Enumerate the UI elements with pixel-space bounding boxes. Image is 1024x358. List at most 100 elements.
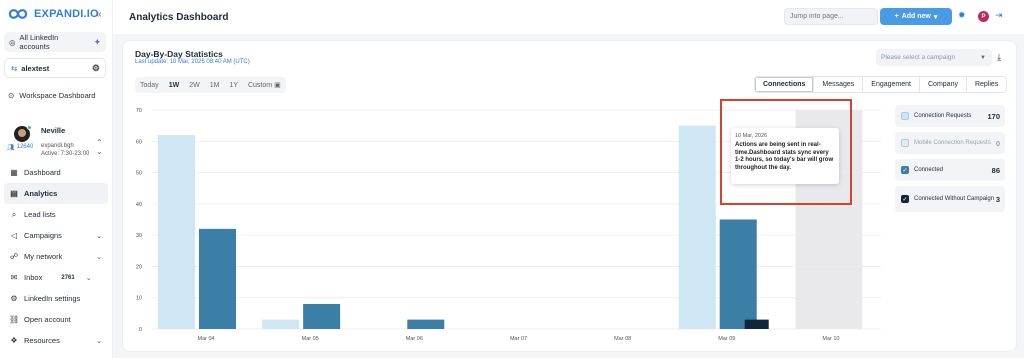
- gear-icon[interactable]: ⚙: [92, 63, 100, 74]
- legend-item-connected-without-campaign[interactable]: ✓ Connected Without Campaign 3: [895, 186, 1005, 212]
- sidebar-item-campaigns[interactable]: ◁ Campaigns ⌄: [4, 225, 108, 246]
- chevron-down-icon: ⌄: [85, 274, 92, 282]
- sidebar-item-linkedin-settings[interactable]: ⚙ LinkedIn settings: [4, 288, 108, 309]
- tooltip: 10 Mar, 2026 Actions are being sent in r…: [731, 128, 839, 184]
- y-tick-label: 60: [136, 139, 142, 145]
- workspace-icon: ⊙: [8, 91, 15, 100]
- sidebar-item-label: Dashboard: [24, 168, 61, 177]
- avatar-letter: P: [981, 13, 986, 20]
- plus-icon: +: [894, 13, 899, 20]
- legend-label: Connected: [914, 166, 944, 173]
- chevron-down-icon: ▾: [933, 13, 938, 21]
- profile-active-hours: Active: 7:30-23:00: [41, 151, 90, 157]
- expandi-logo-icon: [8, 9, 28, 19]
- checkbox-icon[interactable]: [901, 139, 909, 147]
- x-tick-label: Mar 08: [614, 336, 631, 342]
- current-user-selector[interactable]: ⇆ alextest ⚙: [4, 58, 106, 78]
- workspace-label: Workspace Dashboard: [19, 91, 96, 100]
- y-tick-label: 0: [139, 327, 142, 333]
- bar-connected-mar-06: [407, 319, 445, 329]
- online-status-dot: [27, 125, 32, 130]
- sidebar-item-my-network[interactable]: ☍ My network ⌄: [4, 246, 108, 267]
- expand-collapse-icon[interactable]: ⌃ ⌄: [96, 138, 103, 156]
- sidebar-item-label: Campaigns: [24, 231, 62, 240]
- add-new-label: Add new: [901, 13, 931, 20]
- add-new-button[interactable]: + Add new ▾: [880, 8, 952, 25]
- x-tick-label: Mar 09: [718, 336, 735, 342]
- x-tick-label: Mar 04: [198, 336, 215, 342]
- chart-icon: ▤: [10, 189, 18, 198]
- checkbox-icon[interactable]: ✓: [901, 195, 909, 203]
- legend-label: Connected Without Campaign: [914, 195, 995, 202]
- legend-item-connected[interactable]: ✓ Connected 86: [895, 159, 1005, 181]
- chevron-down-icon: ⌄: [96, 337, 102, 345]
- link-icon: ⇆: [11, 63, 18, 73]
- sidebar-item-dashboard[interactable]: ▦ Dashboard: [4, 162, 108, 183]
- sidebar-item-label: Open account: [24, 315, 71, 324]
- sidebar-item-label: My network: [24, 252, 63, 261]
- linkedin-profile-card[interactable]: Neville 👥︎ 12640 expandi.bgh Active: 7:3…: [6, 124, 108, 162]
- gear-icon: ⚙: [10, 294, 18, 303]
- sidebar-item-label: Lead lists: [24, 210, 56, 219]
- bar-connected-mar-09: [719, 219, 757, 329]
- sidebar-item-analytics[interactable]: ▤ Analytics: [4, 183, 108, 204]
- tooltip-message: Actions are being sent in real-time.Dash…: [735, 142, 834, 171]
- legend-item-connection-requests[interactable]: Connection Requests 170: [895, 105, 1005, 127]
- x-tick-label: Mar 06: [406, 336, 423, 342]
- accounts-label: All LinkedIn accounts: [19, 33, 59, 51]
- legend-value: 86: [991, 165, 1000, 175]
- bar-connected-mar-04: [199, 228, 236, 329]
- workspace-dashboard-link[interactable]: ⊙ Workspace Dashboard: [8, 91, 95, 100]
- chevron-down-icon: ⌄: [96, 253, 102, 261]
- logout-icon[interactable]: ⇥: [995, 10, 1003, 21]
- legend-label: Connection Requests: [914, 112, 972, 119]
- jump-search-input[interactable]: [784, 8, 878, 25]
- x-tick-label: Mar 07: [510, 336, 527, 342]
- stats-card: Day-By-Day Statistics Last update: 10 Ma…: [122, 40, 1017, 352]
- grid-icon: ▦: [10, 168, 18, 177]
- sidebar: EXPANDI.IO « ◎ All LinkedIn accounts ✦ ⇆…: [0, 0, 113, 358]
- legend-label: Mobile Connection Requests: [914, 139, 991, 146]
- y-tick-label: 30: [136, 233, 142, 239]
- y-tick-label: 50: [136, 171, 142, 177]
- inbox-icon: ✉: [10, 273, 18, 282]
- logo[interactable]: EXPANDI.IO: [6, 7, 99, 21]
- sidebar-item-inbox[interactable]: ✉ Inbox 2761 ⌄: [4, 267, 108, 288]
- sidebar-nav: ▦ Dashboard ▤ Analytics ⌕ Lead lists ◁ Campaign…: [4, 162, 108, 351]
- y-tick-label: 20: [136, 264, 142, 270]
- sidebar-item-resources[interactable]: ❖ Resources ⌄: [4, 330, 108, 351]
- legend-panel: Connection Requests 170 Mobile Connection …: [895, 105, 1005, 217]
- brand-name: EXPANDI.IO: [34, 8, 99, 20]
- y-tick-label: 40: [136, 202, 142, 208]
- user-avatar-button[interactable]: P: [978, 11, 989, 22]
- legend-item-mobile-connection-requests[interactable]: Mobile Connection Requests 0: [895, 132, 1005, 154]
- megaphone-icon: ◁: [10, 231, 18, 240]
- sidebar-item-open-account[interactable]: ⛓ Open account: [4, 309, 108, 330]
- current-user-name: alextest: [21, 63, 50, 73]
- chevron-down-icon: ⌄: [96, 232, 102, 240]
- legend-value: 170: [987, 111, 1000, 121]
- bug-icon[interactable]: ✹: [958, 10, 966, 21]
- sidebar-item-label: Analytics: [24, 189, 58, 198]
- search-icon: ⌕: [11, 209, 17, 219]
- sidebar-item-label: Resources: [24, 336, 60, 345]
- all-accounts-selector[interactable]: ◎ All LinkedIn accounts ✦: [4, 32, 106, 52]
- bar-connected-mar-05: [303, 303, 341, 329]
- checkbox-icon[interactable]: [901, 112, 909, 120]
- link-icon: ⛓: [9, 315, 20, 324]
- people-icon: ☍: [9, 252, 19, 261]
- sidebar-item-lead-lists[interactable]: ⌕ Lead lists: [4, 204, 108, 225]
- sparkle-icon: ✦: [93, 36, 101, 47]
- legend-value: 3: [995, 194, 1000, 204]
- profile-name: Neville: [41, 126, 66, 135]
- bar-connection-requests-mar-04: [158, 135, 195, 329]
- collapse-sidebar-icon[interactable]: «: [96, 9, 102, 20]
- bar-connection-requests-mar-09: [678, 125, 716, 330]
- y-tick-label: 10: [136, 296, 142, 302]
- bar-connection-requests-mar-05: [262, 319, 300, 329]
- checkbox-icon[interactable]: ✓: [901, 166, 909, 174]
- unread-count-badge: 2761: [61, 274, 75, 281]
- accounts-icon: ◎: [9, 37, 16, 47]
- topbar: Analytics Dashboard + Add new ▾ ✹ P ⇥: [113, 0, 1024, 34]
- tooltip-date: 10 Mar, 2026: [735, 133, 768, 139]
